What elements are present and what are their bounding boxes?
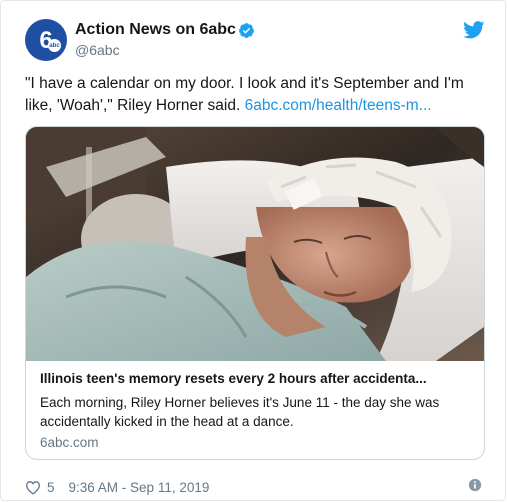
- card-description: Each morning, Riley Horner believes it's…: [40, 395, 440, 429]
- card-body: Illinois teen's memory resets every 2 ho…: [26, 361, 484, 450]
- tweet-text: "I have a calendar on my door. I look an…: [25, 73, 487, 117]
- tweet-link[interactable]: 6abc.com/health/teens-m...: [245, 97, 432, 114]
- account-name[interactable]: Action News on 6abc: [75, 21, 236, 39]
- card-title[interactable]: Illinois teen's memory resets every 2 ho…: [40, 371, 470, 386]
- avatar-logo-badge: abc: [48, 39, 61, 52]
- card-domain: 6abc.com: [40, 435, 99, 450]
- verified-badge-icon: [239, 23, 254, 38]
- avatar[interactable]: 6 abc: [25, 19, 67, 61]
- timestamp[interactable]: 9:36 AM - Sep 11, 2019: [69, 480, 210, 495]
- link-card[interactable]: Illinois teen's memory resets every 2 ho…: [25, 126, 485, 460]
- info-icon[interactable]: [468, 478, 482, 492]
- twitter-bird-icon[interactable]: [463, 21, 485, 39]
- account-handle[interactable]: @6abc: [75, 42, 120, 58]
- tweet-embed: 6 abc Action News on 6abc @6abc "I have …: [0, 0, 506, 501]
- heart-icon[interactable]: [25, 480, 41, 495]
- tweet-footer: 5 9:36 AM - Sep 11, 2019: [25, 478, 209, 496]
- like-count[interactable]: 5: [47, 480, 55, 495]
- card-image: [26, 127, 484, 361]
